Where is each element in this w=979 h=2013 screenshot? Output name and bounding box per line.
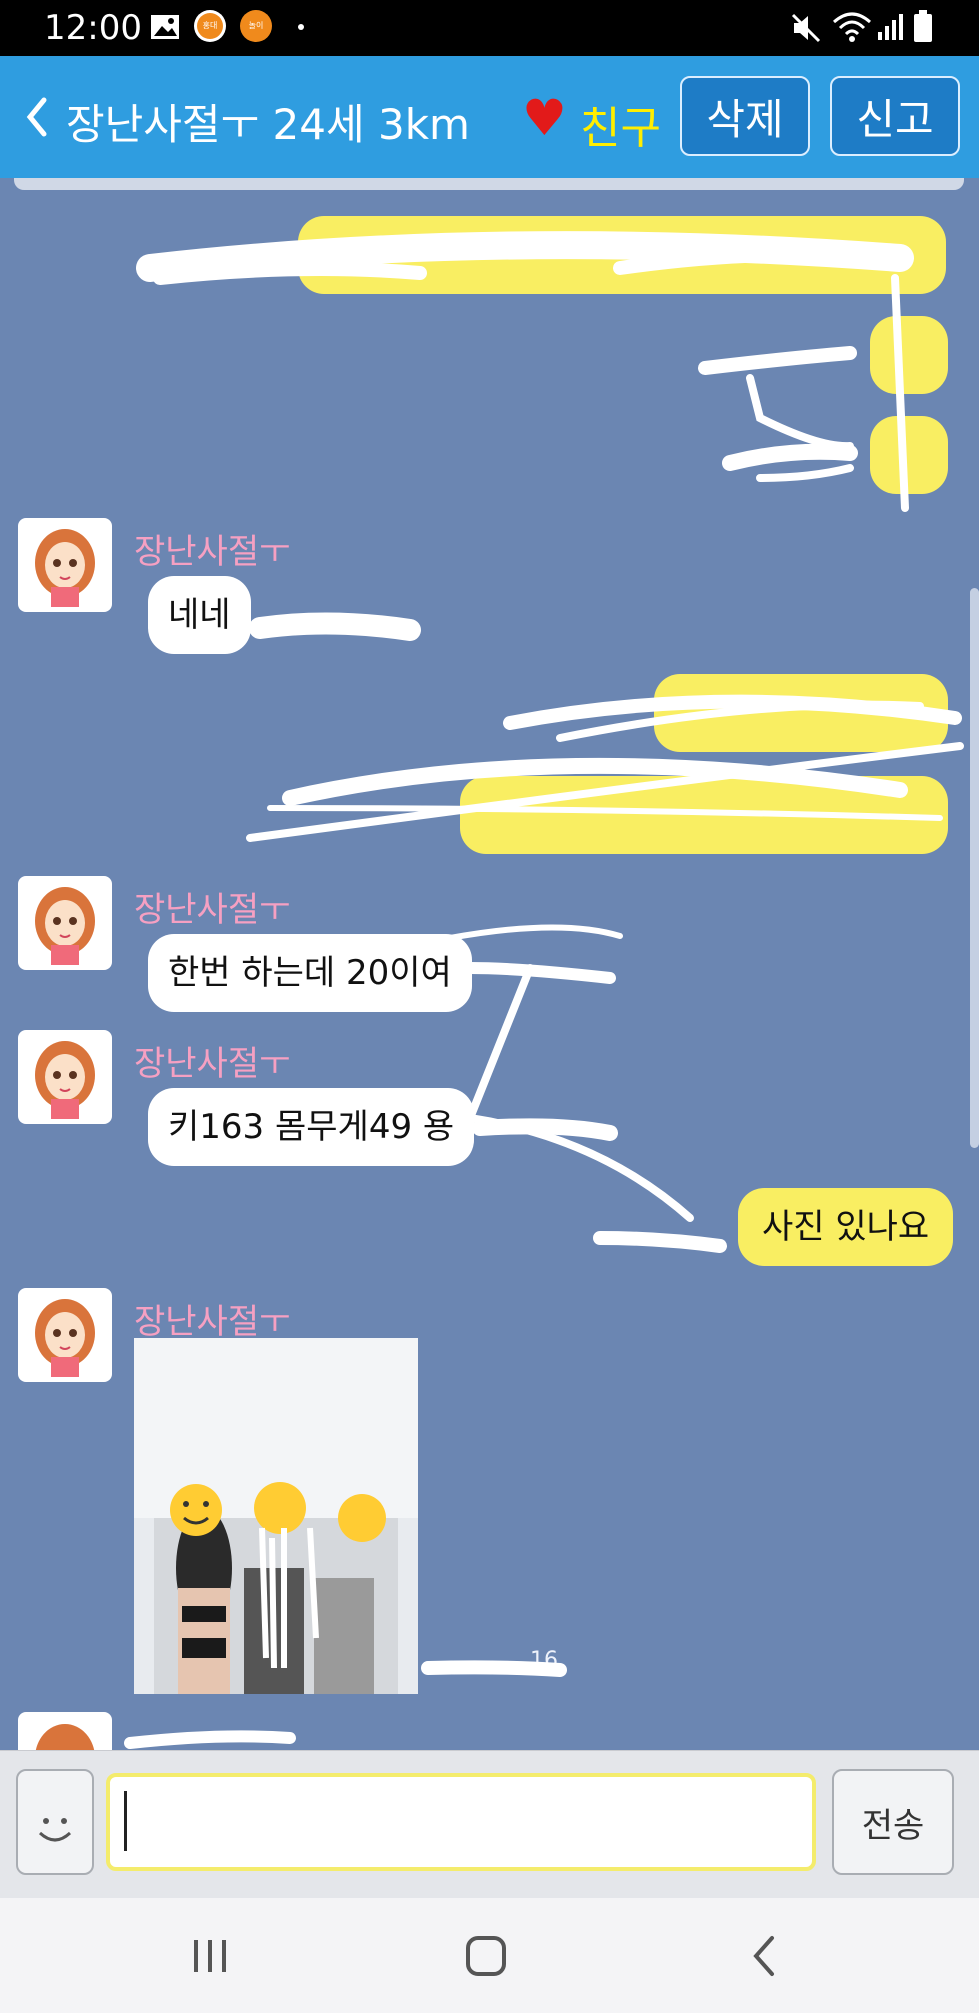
report-button[interactable]: 신고 [830, 76, 960, 156]
smiley-icon [38, 1818, 72, 1842]
heart-icon: ♥ [522, 89, 567, 147]
signal-icon [878, 14, 903, 40]
dot-icon [298, 24, 304, 30]
chat-title: 장난사절ㅜ 24세 3km [66, 100, 470, 149]
home-icon[interactable] [464, 1934, 508, 1978]
friend-label[interactable]: 친구 [580, 92, 661, 156]
message-input[interactable] [106, 1773, 816, 1871]
battery-icon [914, 10, 932, 42]
message-input-bar: 전송 [0, 1750, 979, 1899]
chevron-left-icon[interactable] [22, 94, 52, 140]
app-badge-label: 홍대 [197, 13, 223, 39]
system-nav-bar [0, 1898, 979, 2013]
back-icon[interactable] [748, 1934, 780, 1978]
chat-area[interactable]: 장난사절ㅜ 네네 장난사절ㅜ 한번 하는데 20이여 장난사절ㅜ 키163 몸무… [0, 178, 979, 1750]
redaction-overlay [124, 231, 964, 1749]
status-time: 12:00 [44, 8, 142, 48]
wifi-icon [833, 12, 871, 42]
mute-icon [791, 13, 821, 43]
app-badge-icon: 홍대 [194, 10, 226, 42]
send-button[interactable]: 전송 [832, 1769, 954, 1875]
text-caret [124, 1791, 127, 1851]
recent-apps-icon[interactable] [190, 1936, 230, 1976]
image-icon [151, 15, 179, 39]
delete-button[interactable]: 삭제 [680, 76, 810, 156]
chat-header: 장난사절ㅜ 24세 3km ♥ 친구 삭제 신고 [0, 56, 979, 178]
app-badge-icon: 놀이 [240, 10, 272, 42]
emoji-button[interactable] [16, 1769, 94, 1875]
status-bar: 12:00 홍대 놀이 [0, 0, 979, 56]
